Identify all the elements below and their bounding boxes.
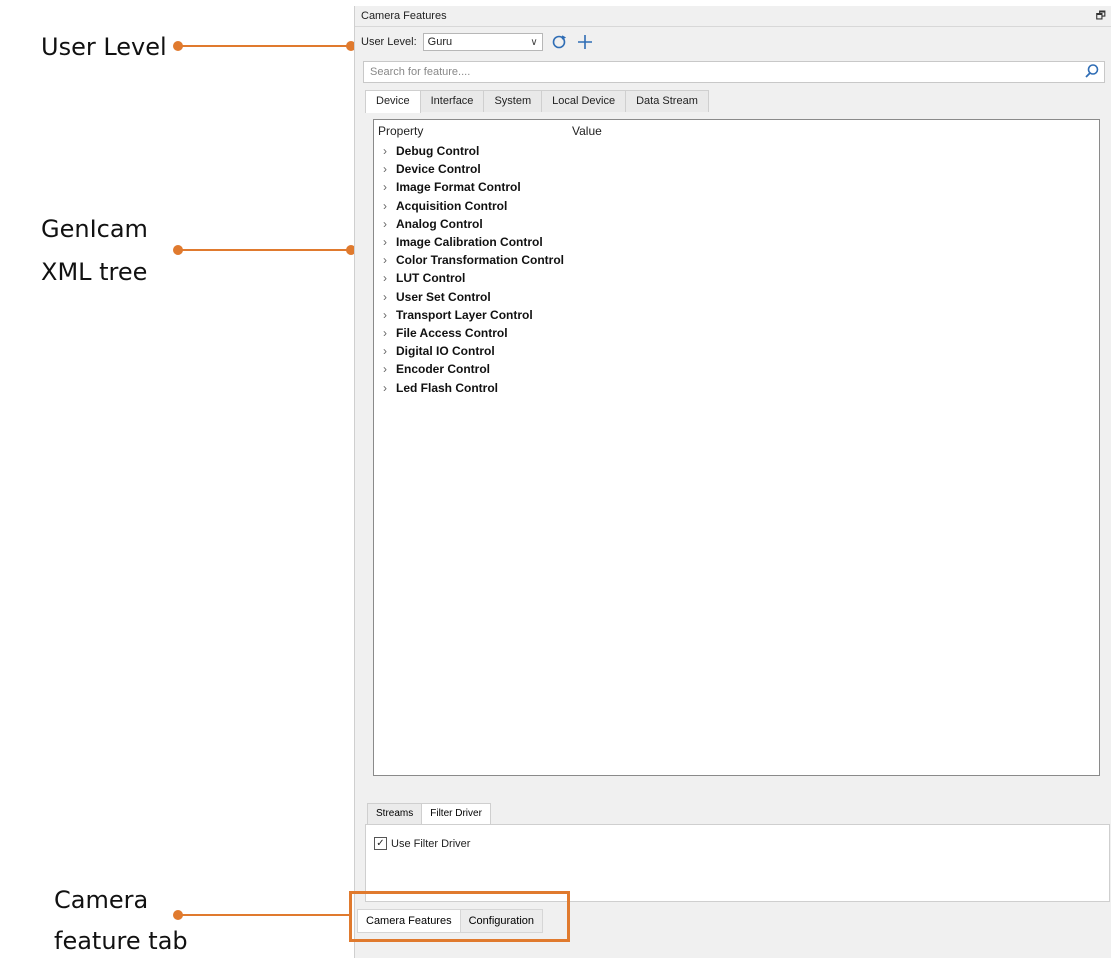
chevron-right-icon[interactable]: › — [374, 344, 396, 358]
annotation-user-level: User Level — [41, 33, 167, 61]
camera-features-panel: Camera Features 🗗 User Level: Guru ∨ Sea… — [354, 6, 1111, 958]
tree-row-label: Led Flash Control — [396, 380, 498, 395]
user-level-select[interactable]: Guru ∨ — [422, 33, 543, 51]
tree-row-label: Encoder Control — [396, 362, 491, 377]
tree-row[interactable]: › Image Format Control — [374, 178, 1099, 196]
camera-feature-tab-highlight — [349, 891, 570, 942]
tree-row[interactable]: › Debug Control — [374, 142, 1099, 160]
annotation-genicam-1: GenIcam — [41, 215, 148, 243]
search-input[interactable]: Search for feature.... — [363, 61, 1105, 83]
tree-row[interactable]: › Device Control — [374, 160, 1099, 178]
checkbox-checked-icon[interactable]: ✓ — [374, 837, 387, 850]
add-button[interactable] — [575, 32, 595, 52]
chevron-right-icon[interactable]: › — [374, 144, 396, 158]
chevron-down-icon: ∨ — [530, 36, 538, 48]
tree-row[interactable]: › User Set Control — [374, 288, 1099, 306]
tree-row-label: Image Calibration Control — [396, 235, 543, 250]
chevron-right-icon[interactable]: › — [374, 362, 396, 376]
chevron-right-icon[interactable]: › — [374, 217, 396, 231]
user-level-label: User Level: — [361, 36, 417, 48]
use-filter-driver-row[interactable]: ✓ Use Filter Driver — [374, 837, 470, 850]
tree-row[interactable]: › Acquisition Control — [374, 197, 1099, 215]
tab-interface[interactable]: Interface — [419, 90, 485, 112]
tree-row-label: Debug Control — [396, 144, 480, 159]
chevron-right-icon[interactable]: › — [374, 271, 396, 285]
annotation-line-camera-tab — [178, 914, 350, 916]
refresh-button[interactable] — [549, 32, 569, 52]
genicam-xml-tree: Property Value › Debug Control › Device Co… — [373, 119, 1100, 776]
tree-row[interactable]: › Color Transformation Control — [374, 251, 1099, 269]
search-placeholder: Search for feature.... — [370, 66, 471, 78]
annotation-line-genicam — [178, 249, 350, 251]
chevron-right-icon[interactable]: › — [374, 253, 396, 267]
tree-row-label: Acquisition Control — [396, 198, 508, 213]
tree-row-label: LUT Control — [396, 271, 466, 286]
tree-header-value[interactable]: Value — [568, 120, 602, 142]
tree-row-label: Digital IO Control — [396, 344, 495, 359]
annotation-genicam-2: XML tree — [41, 258, 148, 286]
tree-row[interactable]: › Image Calibration Control — [374, 233, 1099, 251]
chevron-right-icon[interactable]: › — [374, 290, 396, 304]
tab-local-device[interactable]: Local Device — [541, 90, 627, 112]
chevron-right-icon[interactable]: › — [374, 381, 396, 395]
tree-row[interactable]: › Encoder Control — [374, 360, 1099, 378]
use-filter-driver-label: Use Filter Driver — [391, 837, 471, 850]
tab-streams[interactable]: Streams — [367, 803, 423, 824]
pin-icon[interactable]: 🗗 — [1096, 6, 1106, 26]
tree-header-property[interactable]: Property — [374, 120, 568, 142]
tree-row-label: Device Control — [396, 162, 481, 177]
user-level-value: Guru — [427, 36, 453, 48]
tab-system[interactable]: System — [483, 90, 543, 112]
tab-device[interactable]: Device — [365, 90, 421, 113]
plus-icon — [577, 35, 592, 49]
chevron-right-icon[interactable]: › — [374, 180, 396, 194]
panel-titlebar: Camera Features 🗗 — [355, 6, 1111, 27]
tree-row[interactable]: › Transport Layer Control — [374, 306, 1099, 324]
refresh-icon — [552, 35, 566, 49]
annotation-camera-tab-2: feature tab — [54, 927, 188, 955]
tree-row[interactable]: › File Access Control — [374, 324, 1099, 342]
tree-row[interactable]: › Analog Control — [374, 215, 1099, 233]
search-icon[interactable] — [1084, 63, 1100, 79]
driver-subtabs: Streams Filter Driver — [367, 803, 491, 824]
tab-data-stream[interactable]: Data Stream — [625, 90, 709, 112]
annotation-camera-tab-1: Camera — [54, 886, 149, 914]
tree-row-label: Transport Layer Control — [396, 307, 533, 322]
tree-row-label: Image Format Control — [396, 180, 521, 195]
feature-tabs: Device Interface System Local Device Dat… — [365, 90, 709, 113]
panel-title: Camera Features — [361, 10, 447, 22]
tree-row[interactable]: › Led Flash Control — [374, 378, 1099, 396]
tree-row[interactable]: › LUT Control — [374, 269, 1099, 287]
chevron-right-icon[interactable]: › — [374, 308, 396, 322]
tree-row-label: User Set Control — [396, 289, 491, 304]
tree-header: Property Value — [374, 120, 1099, 142]
tree-row-label: Color Transformation Control — [396, 253, 564, 268]
tree-row[interactable]: › Digital IO Control — [374, 342, 1099, 360]
user-level-row: User Level: Guru ∨ — [361, 32, 595, 52]
chevron-right-icon[interactable]: › — [374, 199, 396, 213]
tree-row-label: File Access Control — [396, 325, 508, 340]
annotation-line-user-level — [178, 45, 350, 47]
tree-row-label: Analog Control — [396, 216, 483, 231]
chevron-right-icon[interactable]: › — [374, 235, 396, 249]
chevron-right-icon[interactable]: › — [374, 162, 396, 176]
chevron-right-icon[interactable]: › — [374, 326, 396, 340]
tab-filter-driver[interactable]: Filter Driver — [421, 803, 491, 824]
